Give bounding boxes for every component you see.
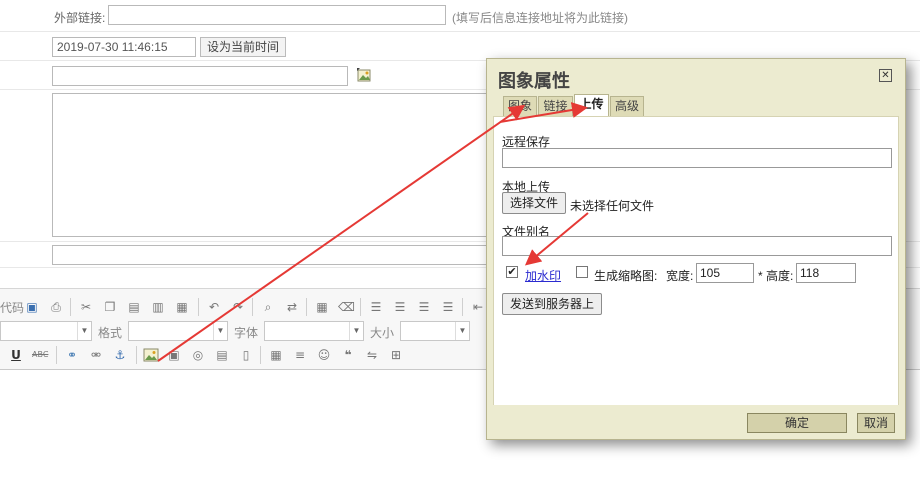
smiley-icon[interactable]: ☺ bbox=[316, 347, 332, 363]
paste-word-icon[interactable]: ▦ bbox=[174, 299, 190, 315]
chevron-down-icon: ▼ bbox=[455, 322, 469, 340]
underline-icon[interactable]: U bbox=[8, 347, 24, 363]
upload-panel: 远程保存 本地上传 选择文件 未选择任何文件 文件别名 ✔ 加水印 生成缩略图:… bbox=[493, 116, 899, 406]
horizontal-rule-icon[interactable]: ≡ bbox=[292, 347, 308, 363]
paste-icon[interactable]: ▤ bbox=[126, 299, 142, 315]
size-label: 大小 bbox=[370, 326, 395, 340]
image-url-input[interactable] bbox=[52, 66, 348, 86]
image-picker-icon[interactable] bbox=[356, 67, 372, 83]
dialog-title: 图象属性 bbox=[498, 71, 570, 91]
send-to-server-button[interactable]: 发送到服务器上 bbox=[502, 293, 602, 315]
thumbnail-label: 生成缩略图: bbox=[594, 269, 658, 283]
toolbar-separator bbox=[198, 298, 199, 316]
print-preview-icon[interactable]: ⎙ bbox=[48, 299, 64, 315]
outdent-icon[interactable]: ⇤ bbox=[470, 299, 486, 315]
extra-input[interactable] bbox=[52, 245, 488, 265]
find-icon[interactable]: ⌕ bbox=[260, 299, 276, 315]
external-link-input[interactable] bbox=[108, 5, 446, 25]
chevron-down-icon: ▼ bbox=[213, 322, 227, 340]
height-label: * 高度: bbox=[758, 269, 794, 283]
strikethrough-icon[interactable]: ABC bbox=[32, 347, 48, 363]
image-properties-dialog: 图象属性 ✕ 图象 链接 上传 高级 远程保存 本地上传 选择文件 未选择任何文… bbox=[486, 58, 906, 440]
set-now-button[interactable]: 设为当前时间 bbox=[200, 37, 287, 57]
preview-icon[interactable]: ▣ bbox=[24, 299, 40, 315]
font-combo[interactable]: ▼ bbox=[264, 321, 364, 341]
font-label: 字体 bbox=[234, 326, 259, 340]
toolbar-separator bbox=[136, 346, 137, 364]
toolbar-separator bbox=[462, 298, 463, 316]
replace-icon[interactable]: ⇄ bbox=[284, 299, 300, 315]
datetime-input[interactable]: 2019-07-30 11:46:15 bbox=[52, 37, 196, 57]
image-icon[interactable] bbox=[143, 347, 159, 363]
thumbnail-checkbox[interactable] bbox=[576, 266, 588, 278]
size-combo[interactable]: ▼ bbox=[400, 321, 470, 341]
unlink-icon[interactable]: ⚮ bbox=[88, 347, 104, 363]
source-button-label[interactable]: 代码 bbox=[0, 299, 24, 316]
width-input[interactable]: 105 bbox=[696, 263, 754, 283]
external-link-label: 外部链接: bbox=[54, 11, 106, 25]
close-icon[interactable]: ✕ bbox=[879, 69, 892, 82]
toolbar-separator bbox=[360, 298, 361, 316]
watermark-checkbox[interactable]: ✔ bbox=[506, 266, 518, 278]
tab-link[interactable]: 链接 bbox=[538, 96, 573, 116]
toolbar-separator bbox=[252, 298, 253, 316]
watermark-link[interactable]: 加水印 bbox=[525, 267, 561, 284]
format-label: 格式 bbox=[98, 326, 123, 340]
ok-button[interactable]: 确定 bbox=[747, 413, 847, 433]
remove-format-icon[interactable]: ⌫ bbox=[338, 299, 355, 315]
chevron-down-icon: ▼ bbox=[349, 322, 363, 340]
tab-advanced[interactable]: 高级 bbox=[610, 96, 644, 116]
flash-icon[interactable]: ▣ bbox=[166, 347, 182, 363]
media-icon[interactable]: ◎ bbox=[190, 347, 206, 363]
tab-upload[interactable]: 上传 bbox=[574, 94, 609, 117]
copy-icon[interactable]: ❐ bbox=[102, 299, 118, 315]
toolbar-separator bbox=[260, 346, 261, 364]
anchor-icon[interactable]: ⚓ bbox=[112, 347, 128, 363]
attachment-icon[interactable]: ▤ bbox=[214, 347, 230, 363]
undo-icon[interactable]: ↶ bbox=[206, 299, 222, 315]
align-right-icon[interactable]: ☰ bbox=[416, 299, 432, 315]
dialog-footer: 确定 取消 bbox=[487, 405, 905, 439]
height-input[interactable]: 118 bbox=[796, 263, 856, 283]
align-left-icon[interactable]: ☰ bbox=[368, 299, 384, 315]
paste-text-icon[interactable]: ▥ bbox=[150, 299, 166, 315]
external-link-hint: (填写后信息连接地址将为此链接) bbox=[452, 11, 628, 25]
format-combo[interactable]: ▼ bbox=[128, 321, 228, 341]
choose-file-button[interactable]: 选择文件 bbox=[502, 192, 566, 214]
datetime-row: 2019-07-30 11:46:15 设为当前时间 bbox=[0, 32, 920, 61]
table-icon[interactable]: ▦ bbox=[268, 347, 284, 363]
cancel-button[interactable]: 取消 bbox=[857, 413, 895, 433]
select-all-icon[interactable]: ▦ bbox=[314, 299, 330, 315]
special-char-icon[interactable]: ⇋ bbox=[364, 347, 380, 363]
tab-image[interactable]: 图象 bbox=[503, 96, 537, 116]
align-center-icon[interactable]: ☰ bbox=[392, 299, 408, 315]
chevron-down-icon: ▼ bbox=[77, 322, 91, 340]
align-justify-icon[interactable]: ☰ bbox=[440, 299, 456, 315]
remote-save-input[interactable] bbox=[502, 148, 892, 168]
page-icon[interactable]: ▯ bbox=[238, 347, 254, 363]
toolbar-separator bbox=[56, 346, 57, 364]
redo-icon[interactable]: ↷ bbox=[230, 299, 246, 315]
toolbar-separator bbox=[70, 298, 71, 316]
external-link-row: 外部链接: (填写后信息连接地址将为此链接) bbox=[0, 0, 920, 32]
no-file-text: 未选择任何文件 bbox=[570, 199, 655, 213]
style-combo[interactable]: ▼ bbox=[0, 321, 92, 341]
cut-icon[interactable]: ✂ bbox=[78, 299, 94, 315]
link-icon[interactable]: ⚭ bbox=[64, 347, 80, 363]
width-label: 宽度: bbox=[666, 269, 694, 283]
file-alias-input[interactable] bbox=[502, 236, 892, 256]
page-break-icon[interactable]: ⊞ bbox=[388, 347, 404, 363]
content-textarea[interactable] bbox=[52, 93, 488, 237]
blockquote-icon[interactable]: ❝ bbox=[340, 347, 356, 363]
toolbar-separator bbox=[306, 298, 307, 316]
